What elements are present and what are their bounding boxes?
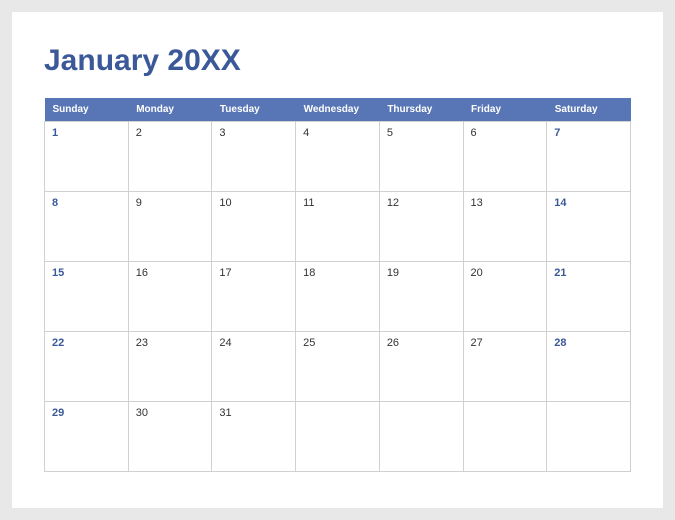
calendar-cell: 12 [379, 192, 463, 262]
day-header: Monday [128, 98, 212, 122]
calendar-cell: 2 [128, 122, 212, 192]
calendar-cell: 13 [463, 192, 547, 262]
calendar-row: 15161718192021 [45, 262, 631, 332]
day-header-row: Sunday Monday Tuesday Wednesday Thursday… [45, 98, 631, 122]
calendar-cell [296, 402, 380, 472]
calendar-cell: 3 [212, 122, 296, 192]
calendar-cell: 8 [45, 192, 129, 262]
day-header: Sunday [45, 98, 129, 122]
calendar-cell: 30 [128, 402, 212, 472]
calendar-cell: 15 [45, 262, 129, 332]
calendar-cell: 4 [296, 122, 380, 192]
calendar-page: January 20XX Sunday Monday Tuesday Wedne… [12, 12, 663, 508]
calendar-cell: 31 [212, 402, 296, 472]
calendar-cell: 6 [463, 122, 547, 192]
calendar-cell: 14 [547, 192, 631, 262]
day-header: Friday [463, 98, 547, 122]
calendar-cell: 9 [128, 192, 212, 262]
calendar-row: 891011121314 [45, 192, 631, 262]
calendar-cell [379, 402, 463, 472]
calendar-cell: 17 [212, 262, 296, 332]
calendar-row: 293031 [45, 402, 631, 472]
calendar-cell: 7 [547, 122, 631, 192]
calendar-cell: 18 [296, 262, 380, 332]
calendar-cell: 11 [296, 192, 380, 262]
calendar-body: 1234567891011121314151617181920212223242… [45, 122, 631, 472]
calendar-cell [547, 402, 631, 472]
calendar-row: 22232425262728 [45, 332, 631, 402]
calendar-cell: 5 [379, 122, 463, 192]
calendar-cell: 25 [296, 332, 380, 402]
calendar-cell: 27 [463, 332, 547, 402]
calendar-cell: 1 [45, 122, 129, 192]
calendar-cell: 23 [128, 332, 212, 402]
calendar-cell [463, 402, 547, 472]
month-title: January 20XX [44, 44, 631, 78]
day-header: Thursday [379, 98, 463, 122]
calendar-cell: 21 [547, 262, 631, 332]
calendar-cell: 10 [212, 192, 296, 262]
day-header: Tuesday [212, 98, 296, 122]
calendar-cell: 28 [547, 332, 631, 402]
calendar-cell: 16 [128, 262, 212, 332]
day-header: Wednesday [296, 98, 380, 122]
calendar-cell: 26 [379, 332, 463, 402]
calendar-row: 1234567 [45, 122, 631, 192]
calendar-cell: 24 [212, 332, 296, 402]
day-header: Saturday [547, 98, 631, 122]
calendar-cell: 20 [463, 262, 547, 332]
calendar-cell: 19 [379, 262, 463, 332]
calendar-cell: 22 [45, 332, 129, 402]
calendar-cell: 29 [45, 402, 129, 472]
calendar-grid: Sunday Monday Tuesday Wednesday Thursday… [44, 98, 631, 472]
